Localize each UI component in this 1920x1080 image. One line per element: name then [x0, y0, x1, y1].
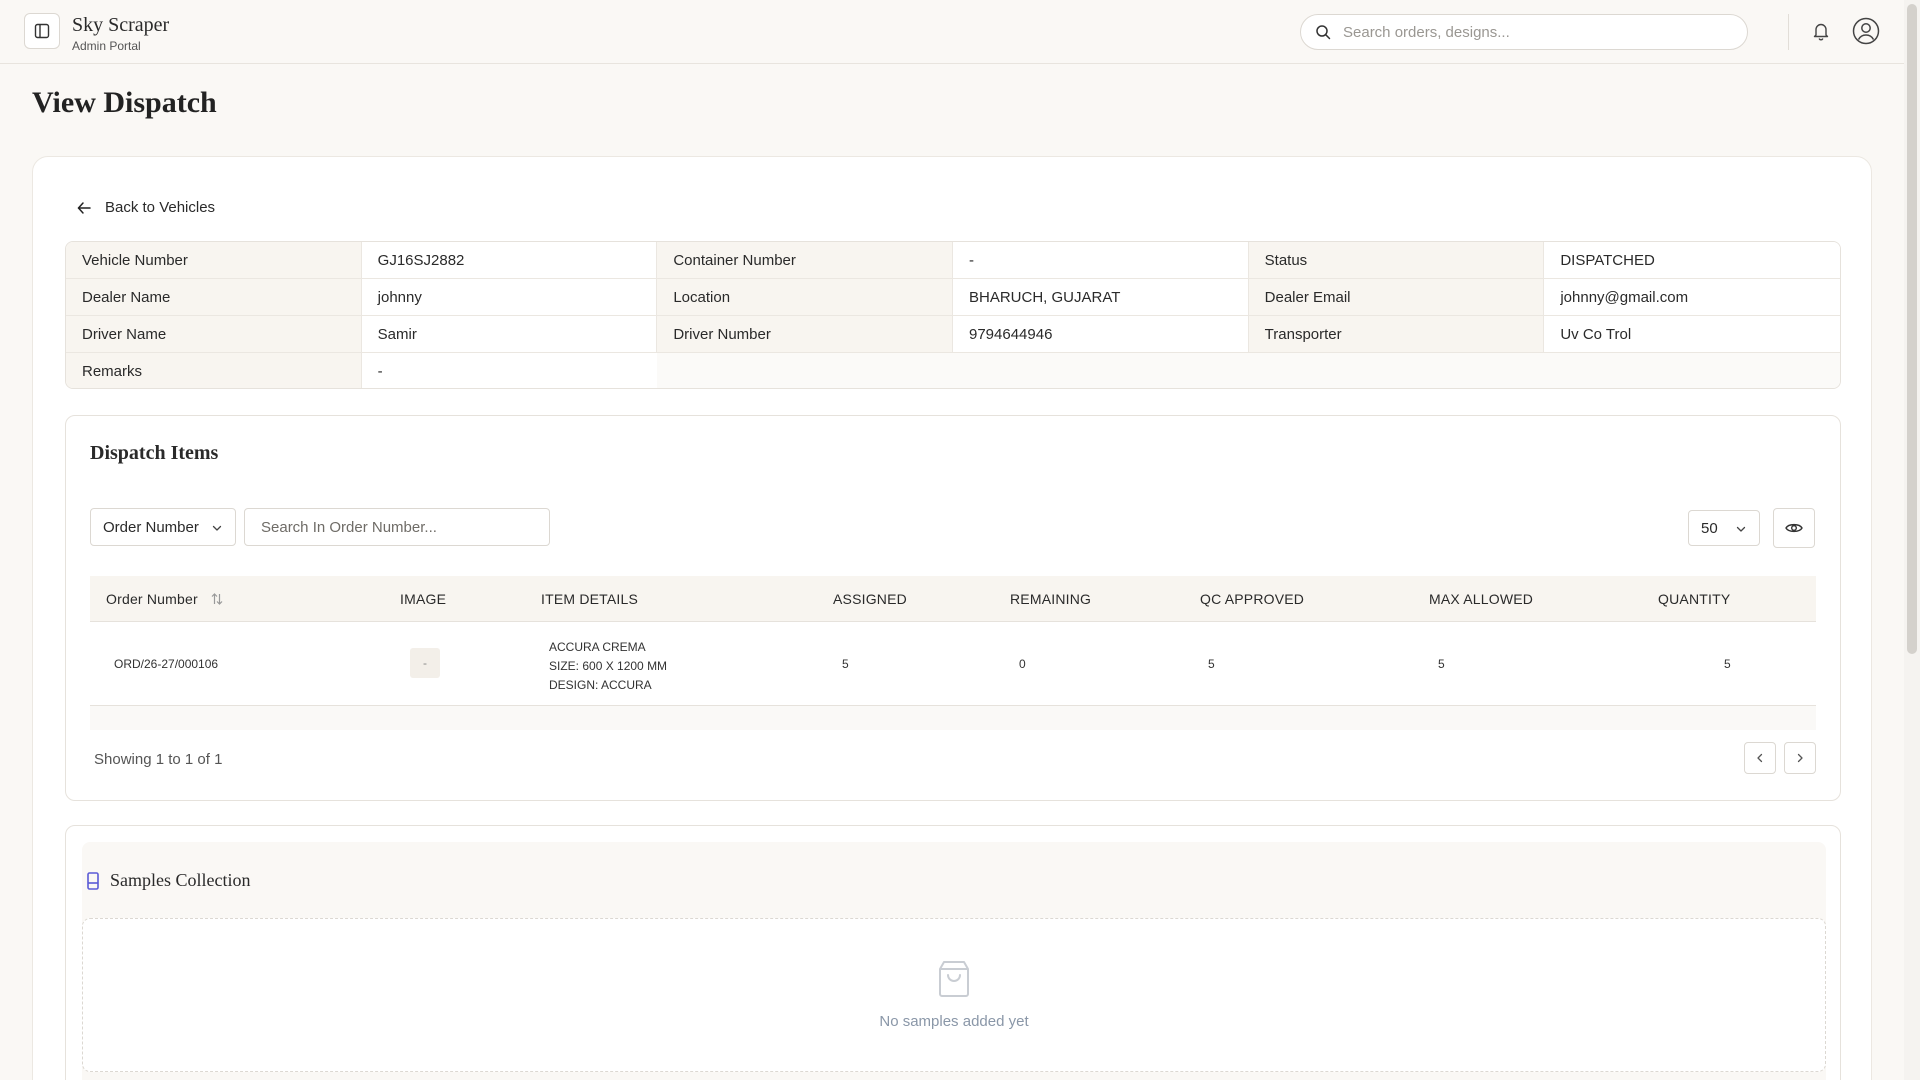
column-header-max-allowed: MAX ALLOWED — [1429, 591, 1534, 607]
driver-name-label: Driver Name — [66, 316, 362, 353]
column-header-qc-approved: QC APPROVED — [1200, 591, 1305, 607]
column-header-order-number[interactable]: Order Number — [106, 576, 224, 622]
samples-header: Samples Collection — [86, 870, 250, 891]
dealer-name-label: Dealer Name — [66, 279, 362, 316]
global-search-input[interactable] — [1343, 23, 1723, 41]
page-size-select[interactable]: 50 — [1688, 510, 1760, 546]
item-size: SIZE: 600 X 1200 MM — [549, 659, 668, 673]
column-header-quantity: QUANTITY — [1658, 591, 1731, 607]
brand-title: Sky Scraper — [72, 14, 170, 36]
status-value: DISPATCHED — [1544, 242, 1840, 279]
user-avatar-icon — [1852, 17, 1880, 45]
column-header-assigned: ASSIGNED — [833, 591, 907, 607]
quantity-cell: 5 — [1724, 657, 1731, 671]
sidebar-panel-icon — [34, 23, 50, 39]
container-number-value: - — [952, 242, 1249, 279]
vehicle-number-value: GJ16SJ2882 — [361, 242, 658, 279]
column-header-remaining: REMAINING — [1010, 591, 1092, 607]
eye-icon — [1785, 523, 1803, 533]
filter-field-value: Order Number — [103, 518, 199, 536]
samples-empty-state: No samples added yet — [82, 918, 1826, 1072]
shopping-bag-icon — [939, 961, 969, 997]
driver-number-label: Driver Number — [657, 316, 953, 353]
item-design: DESIGN: ACCURA — [549, 678, 652, 692]
filter-field-select[interactable]: Order Number — [90, 508, 236, 546]
sort-icon[interactable] — [210, 592, 224, 606]
column-header-item-details: ITEM DETAILS — [541, 591, 639, 607]
top-bar: Sky Scraper Admin Portal — [0, 0, 1904, 64]
brand: Sky Scraper Admin Portal — [72, 13, 169, 53]
samples-title: Samples Collection — [110, 870, 251, 890]
qc-approved-cell: 5 — [1208, 657, 1215, 671]
flask-icon — [87, 871, 99, 890]
chevron-down-icon — [1736, 526, 1746, 532]
sidebar-toggle-button[interactable] — [24, 13, 60, 49]
bell-icon — [1813, 23, 1829, 41]
item-details-cell: ACCURA CREMA SIZE: 600 X 1200 MM DESIGN:… — [549, 638, 667, 695]
order-search-input[interactable] — [244, 508, 550, 546]
page-scrollbar[interactable] — [1904, 0, 1920, 1080]
remaining-cell: 0 — [1019, 657, 1026, 671]
back-link-label: Back to Vehicles — [105, 199, 216, 216]
chevron-right-icon — [1797, 753, 1803, 763]
dealer-email-value: johnny@gmail.com — [1544, 279, 1840, 316]
scrollbar-thumb[interactable] — [1907, 4, 1917, 654]
column-header-image: IMAGE — [400, 591, 447, 607]
chevron-left-icon — [1757, 753, 1763, 763]
arrow-left-icon — [77, 201, 91, 214]
user-menu-button[interactable] — [1852, 17, 1880, 50]
remarks-label: Remarks — [66, 353, 362, 388]
driver-name-value: Samir — [361, 316, 658, 353]
samples-collection-section: Samples Collection No samples added yet — [65, 825, 1841, 1080]
page-title: View Dispatch — [32, 86, 217, 119]
page-size-value: 50 — [1701, 519, 1718, 537]
order-number-cell: ORD/26-27/000106 — [114, 657, 219, 671]
samples-inner: Samples Collection No samples added yet — [82, 842, 1826, 1080]
table-header: Order Number IMAGE ITEM DETAILS ASSIGNED… — [90, 576, 1816, 622]
info-filler — [657, 353, 1840, 388]
location-label: Location — [657, 279, 953, 316]
back-to-vehicles-link[interactable]: Back to Vehicles — [77, 199, 215, 216]
table-footer-spacer — [90, 706, 1816, 730]
brand-subtitle: Admin Portal — [72, 39, 141, 53]
container-number-label: Container Number — [657, 242, 953, 279]
dealer-email-label: Dealer Email — [1248, 279, 1545, 316]
dispatch-info-grid: Vehicle Number GJ16SJ2882 Container Numb… — [65, 241, 1841, 389]
vehicle-number-label: Vehicle Number — [66, 242, 362, 279]
item-name: ACCURA CREMA — [549, 640, 646, 654]
status-label: Status — [1248, 242, 1545, 279]
notifications-button[interactable] — [1812, 21, 1830, 46]
column-visibility-button[interactable] — [1773, 508, 1815, 548]
dealer-name-value: johnny — [361, 279, 658, 316]
next-page-button[interactable] — [1784, 742, 1816, 774]
remarks-value: - — [361, 353, 658, 388]
column-header-label: Order Number — [106, 591, 198, 607]
previous-page-button[interactable] — [1744, 742, 1776, 774]
table-row[interactable]: ORD/26-27/000106 - ACCURA CREMA SIZE: 60… — [90, 622, 1816, 706]
assigned-cell: 5 — [842, 657, 849, 671]
location-value: BHARUCH, GUJARAT — [952, 279, 1249, 316]
pagination-summary: Showing 1 to 1 of 1 — [94, 751, 223, 768]
dispatch-items-title: Dispatch Items — [90, 442, 219, 464]
chevron-down-icon — [212, 525, 222, 531]
search-icon — [1316, 25, 1331, 40]
global-search — [1300, 14, 1748, 50]
top-divider — [1788, 14, 1789, 50]
samples-empty-text: No samples added yet — [879, 1013, 1029, 1030]
dispatch-items-section: Dispatch Items Order Number 50 Order Num… — [65, 415, 1841, 801]
driver-number-value: 9794644946 — [952, 316, 1249, 353]
transporter-value: Uv Co Trol — [1544, 316, 1840, 353]
item-image-placeholder: - — [410, 648, 440, 678]
max-allowed-cell: 5 — [1438, 657, 1445, 671]
dispatch-card: Back to Vehicles Vehicle Number GJ16SJ28… — [32, 156, 1872, 1080]
transporter-label: Transporter — [1248, 316, 1545, 353]
